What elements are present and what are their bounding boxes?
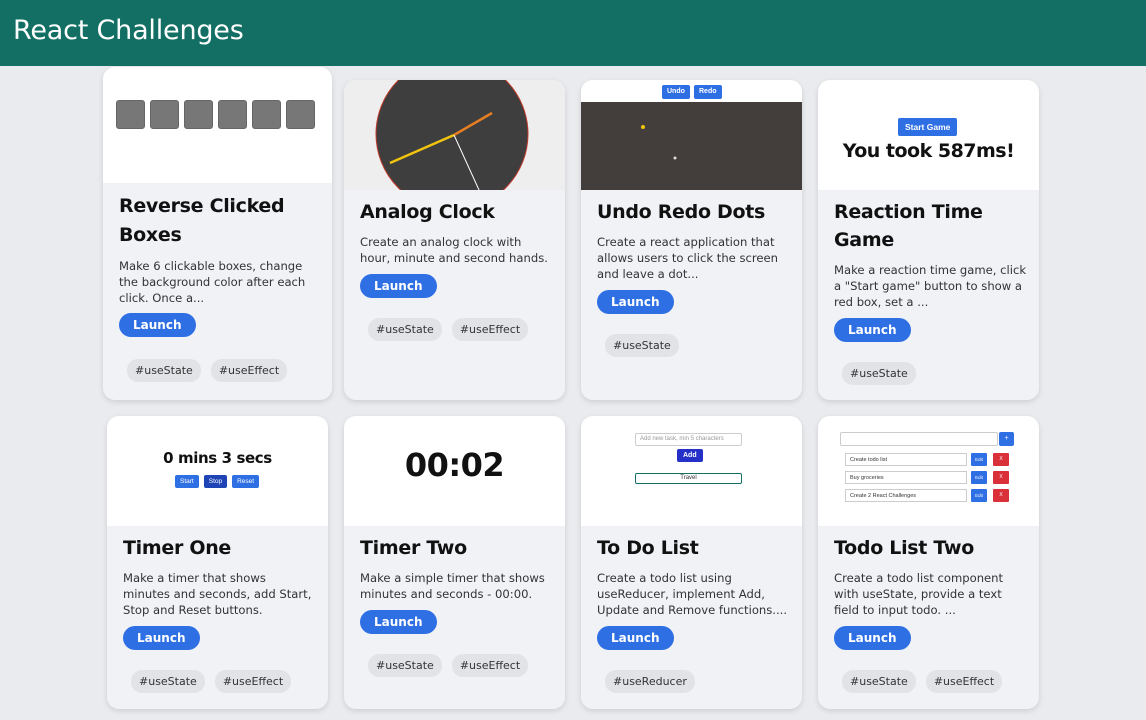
- edit-button[interactable]: Edit: [971, 489, 987, 502]
- card-title: To Do List: [597, 537, 699, 559]
- challenge-card-reverse-clicked-boxes: Reverse Clicked Boxes Make 6 clickable b…: [103, 67, 332, 400]
- box[interactable]: [286, 100, 315, 129]
- tag[interactable]: #useState: [131, 670, 205, 693]
- page-title: React Challenges: [13, 15, 244, 46]
- tag[interactable]: #useEffect: [451, 318, 529, 341]
- tag-list: #useReducer: [605, 670, 790, 693]
- box[interactable]: [218, 100, 247, 129]
- card-description: Make a simple timer that shows minutes a…: [360, 571, 545, 601]
- tag[interactable]: #useEffect: [210, 359, 288, 382]
- analog-clock-icon: [375, 80, 529, 190]
- card-description: Create a todo list component with useSta…: [834, 571, 1004, 617]
- add-button[interactable]: Add: [677, 449, 703, 462]
- card-preview: [344, 80, 565, 190]
- edit-button[interactable]: Edit: [971, 453, 987, 466]
- card-preview: 00:02: [344, 416, 565, 526]
- challenge-card-undo-redo-dots: Undo Redo Undo Redo Dots Create a react …: [581, 80, 802, 400]
- todo-row: Buy groceries Edit X: [845, 471, 1013, 484]
- tag[interactable]: #useState: [368, 654, 442, 677]
- edit-button[interactable]: Edit: [971, 471, 987, 484]
- box[interactable]: [252, 100, 281, 129]
- task-input[interactable]: Add new task, min 5 characters: [635, 433, 742, 446]
- card-preview: Undo Redo: [581, 80, 802, 190]
- card-description: Create an analog clock with hour, minute…: [360, 235, 548, 265]
- card-description: Make a reaction time game, click a "Star…: [834, 263, 1027, 309]
- launch-button[interactable]: Launch: [360, 610, 437, 634]
- launch-button[interactable]: Launch: [834, 318, 911, 342]
- challenge-card-todo-list-two: + Create todo list Edit X Buy groceries …: [818, 416, 1039, 709]
- todo-text: Buy groceries: [845, 471, 967, 484]
- box[interactable]: [150, 100, 179, 129]
- tag[interactable]: #useEffect: [451, 654, 529, 677]
- challenge-card-to-do-list: Add new task, min 5 characters Add Trave…: [581, 416, 802, 709]
- card-description: Make a timer that shows minutes and seco…: [123, 571, 312, 617]
- launch-button[interactable]: Launch: [597, 290, 674, 314]
- delete-button[interactable]: X: [993, 471, 1009, 484]
- todo-item[interactable]: Travel: [635, 473, 742, 484]
- app-header: React Challenges: [0, 0, 1146, 66]
- timer-display: 0 mins 3 secs: [163, 449, 272, 467]
- tag-list: #useState #useEffect: [131, 670, 316, 693]
- card-title: Timer Two: [360, 537, 467, 559]
- launch-button[interactable]: Launch: [119, 313, 196, 337]
- challenge-card-timer-two: 00:02 Timer Two Make a simple timer that…: [344, 416, 565, 709]
- tag-list: #useState #useEffect: [368, 654, 553, 677]
- launch-button[interactable]: Launch: [834, 626, 911, 650]
- tag[interactable]: #useEffect: [925, 670, 1003, 693]
- card-preview: [103, 67, 332, 183]
- card-description: Make 6 clickable boxes, change the backg…: [119, 259, 306, 305]
- tag[interactable]: #useState: [368, 318, 442, 341]
- card-preview: 0 mins 3 secs Start Stop Reset: [107, 416, 328, 526]
- challenge-card-timer-one: 0 mins 3 secs Start Stop Reset Timer One…: [107, 416, 328, 709]
- tag[interactable]: #useState: [842, 670, 916, 693]
- box[interactable]: [116, 100, 145, 129]
- redo-button[interactable]: Redo: [694, 85, 722, 99]
- launch-button[interactable]: Launch: [360, 274, 437, 298]
- card-title: Todo List Two: [834, 537, 974, 559]
- challenge-card-analog-clock: Analog Clock Create an analog clock with…: [344, 80, 565, 400]
- delete-button[interactable]: X: [993, 489, 1009, 502]
- launch-button[interactable]: Launch: [597, 626, 674, 650]
- reaction-result: You took 587ms!: [842, 140, 1015, 162]
- add-todo-button[interactable]: +: [999, 432, 1014, 446]
- timer-display: 00:02: [404, 446, 505, 484]
- tag-list: #useState: [605, 334, 790, 357]
- card-title: Analog Clock: [360, 201, 495, 223]
- card-preview: Start Game You took 587ms!: [818, 80, 1039, 190]
- card-title: Reverse Clicked Boxes: [119, 195, 285, 246]
- stop-button[interactable]: Stop: [203, 475, 228, 488]
- challenge-card-reaction-time-game: Start Game You took 587ms! Reaction Time…: [818, 80, 1039, 400]
- tag[interactable]: #useEffect: [214, 670, 292, 693]
- dot-canvas[interactable]: [581, 102, 802, 190]
- delete-button[interactable]: X: [993, 453, 1009, 466]
- card-title: Reaction Time Game: [834, 201, 983, 251]
- box-grid: [116, 100, 315, 129]
- tag[interactable]: #useState: [842, 362, 916, 385]
- todo-row: Create 2 React Challenges Edit X: [845, 489, 1013, 502]
- card-preview: + Create todo list Edit X Buy groceries …: [818, 416, 1039, 526]
- start-game-button[interactable]: Start Game: [898, 118, 958, 136]
- card-title: Undo Redo Dots: [597, 201, 766, 223]
- start-button[interactable]: Start: [175, 475, 199, 488]
- card-preview: Add new task, min 5 characters Add Trave…: [581, 416, 802, 526]
- reset-button[interactable]: Reset: [232, 475, 260, 488]
- todo-text: Create 2 React Challenges: [845, 489, 967, 502]
- todo-text: Create todo list: [845, 453, 967, 466]
- tag[interactable]: #useState: [605, 334, 679, 357]
- tag[interactable]: #useState: [127, 359, 201, 382]
- launch-button[interactable]: Launch: [123, 626, 200, 650]
- tag-list: #useState #useEffect: [842, 670, 1027, 693]
- todo-row: Create todo list Edit X: [845, 453, 1013, 466]
- todo-input[interactable]: [840, 432, 998, 446]
- tag-list: #useState #useEffect: [127, 359, 320, 382]
- undo-button[interactable]: Undo: [662, 85, 690, 99]
- card-description: Create a todo list using useReducer, imp…: [597, 571, 788, 617]
- tag-list: #useState #useEffect: [368, 318, 553, 341]
- box[interactable]: [184, 100, 213, 129]
- card-description: Create a react application that allows u…: [597, 235, 779, 281]
- tag[interactable]: #useReducer: [605, 670, 695, 693]
- card-title: Timer One: [123, 537, 232, 559]
- tag-list: #useState: [842, 362, 1027, 385]
